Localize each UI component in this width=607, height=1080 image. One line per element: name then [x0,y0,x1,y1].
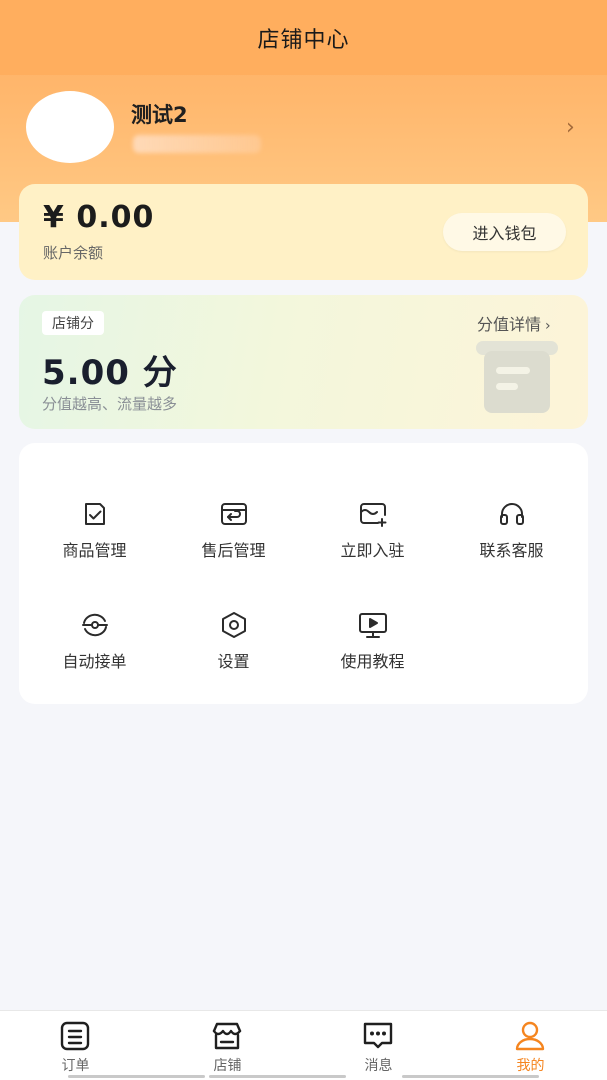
message-icon [363,1022,393,1049]
menu-label: 商品管理 [62,541,127,560]
menu-item-after-sales[interactable]: 售后管理 [164,485,303,575]
tab-store[interactable]: 店铺 [152,1011,303,1080]
auto-eye-icon [82,613,108,637]
menu-label: 立即入驻 [340,541,405,560]
gesture-bar [209,1075,346,1078]
menu-item-join-now[interactable]: 立即入驻 [303,485,442,575]
user-icon [515,1021,545,1051]
menu-label: 使用教程 [340,652,405,671]
enter-wallet-button[interactable]: 进入钱包 [443,213,566,251]
menu-item-contact-service[interactable]: 联系客服 [442,485,581,575]
menu-label: 设置 [217,652,250,671]
function-menu: 商品管理 售后管理 立即入驻 联系客服 自动接单 设置 使用教程 [19,443,588,704]
bottom-tab-bar: 订单 店铺 消息 我的 [0,1010,607,1080]
wallet-card: ¥ 0.00 账户余额 进入钱包 [19,184,588,280]
store-score-card: 店铺分 分值详情 › 5.00 分 分值越高、流量越多 [19,295,588,429]
tab-messages[interactable]: 消息 [303,1011,454,1080]
add-store-icon [360,503,387,527]
username: 测试2 [131,103,188,127]
headset-icon [500,503,524,525]
wallet-balance-label: 账户余额 [43,244,104,262]
gesture-bar [402,1075,539,1078]
tab-label: 订单 [61,1058,90,1074]
wallet-balance: ¥ 0.00 [43,200,155,235]
hexagon-gear-icon [222,612,246,638]
profile-section[interactable]: 测试2 › [0,75,607,185]
avatar[interactable] [26,91,114,163]
return-box-icon [221,503,247,525]
order-list-icon [60,1021,90,1051]
menu-label: 联系客服 [479,541,544,560]
phone-number-blurred [133,135,261,153]
store-score-value: 5.00 分 [42,353,178,393]
tab-label: 消息 [364,1058,393,1074]
menu-label: 自动接单 [62,652,127,671]
menu-item-tutorial[interactable]: 使用教程 [303,596,442,686]
gesture-bar [68,1075,205,1078]
tab-label: 店铺 [213,1058,242,1074]
clipboard-check-icon [85,503,105,525]
menu-label: 售后管理 [201,541,266,560]
video-tutorial-icon [359,613,387,638]
chevron-right-icon[interactable]: › [566,115,575,140]
store-score-tag: 店铺分 [42,311,104,335]
document-illustration-icon [476,341,558,413]
menu-item-auto-accept[interactable]: 自动接单 [25,596,164,686]
menu-item-settings[interactable]: 设置 [164,596,303,686]
score-detail-label: 分值详情 [477,315,542,334]
chevron-right-icon: › [545,318,551,334]
top-bar: 店铺中心 [0,0,607,75]
menu-item-product-management[interactable]: 商品管理 [25,485,164,575]
storefront-icon [212,1022,242,1050]
tab-label: 我的 [516,1058,545,1074]
store-score-hint: 分值越高、流量越多 [42,395,178,413]
score-detail-link[interactable]: 分值详情 › [477,311,551,335]
tab-mine[interactable]: 我的 [455,1011,606,1080]
tab-orders[interactable]: 订单 [0,1011,151,1080]
page-title: 店铺中心 [257,27,350,53]
